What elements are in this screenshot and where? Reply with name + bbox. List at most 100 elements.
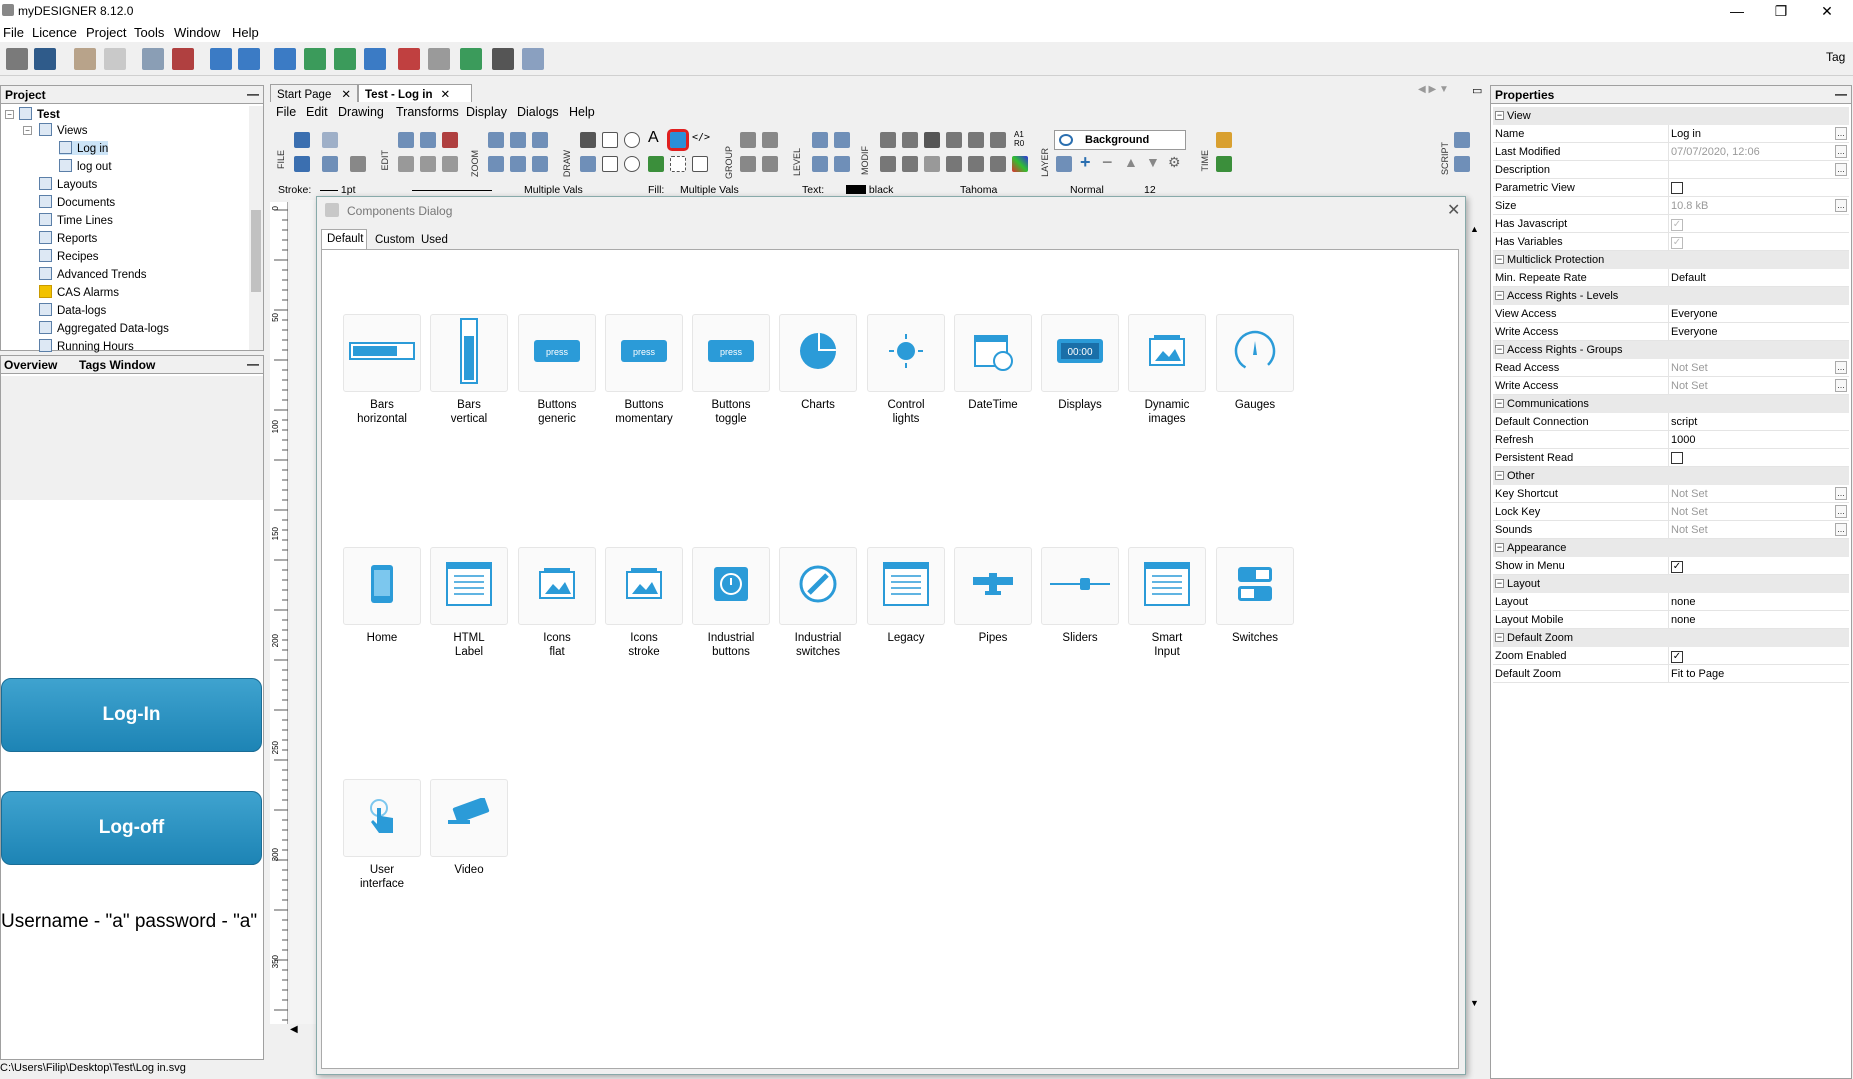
component-tile[interactable]: press bbox=[692, 314, 770, 392]
textbox-icon[interactable] bbox=[692, 156, 708, 172]
property-row[interactable]: Default Connection script bbox=[1493, 413, 1849, 431]
property-row[interactable]: Write Access Everyone bbox=[1493, 323, 1849, 341]
doc-menu-edit[interactable]: Edit bbox=[306, 105, 328, 119]
preview-icon[interactable] bbox=[350, 156, 366, 172]
component-tile[interactable] bbox=[954, 547, 1032, 625]
restore-icon[interactable]: ▭ bbox=[1472, 84, 1482, 97]
ungroup2-icon[interactable] bbox=[762, 156, 778, 172]
component-tile[interactable]: press bbox=[605, 314, 683, 392]
ellipse-icon[interactable] bbox=[624, 156, 640, 172]
layer-down-icon[interactable]: ▼ bbox=[1146, 154, 1160, 170]
component-tile[interactable] bbox=[779, 547, 857, 625]
image-tool-icon[interactable] bbox=[648, 156, 664, 172]
distribute-icon[interactable] bbox=[880, 156, 896, 172]
ellipsis-button[interactable]: … bbox=[1835, 505, 1847, 518]
redo-icon[interactable] bbox=[104, 48, 126, 70]
property-category[interactable]: − Communications bbox=[1493, 395, 1849, 413]
property-value[interactable]: Everyone bbox=[1671, 308, 1717, 320]
send-backward-icon[interactable] bbox=[834, 156, 850, 172]
collapse-icon[interactable]: − bbox=[1495, 579, 1504, 588]
doc-menu-drawing[interactable]: Drawing bbox=[338, 105, 384, 119]
property-row[interactable]: Name Log in… bbox=[1493, 125, 1849, 143]
copy-icon[interactable] bbox=[420, 132, 436, 148]
doc-menu-display[interactable]: Display bbox=[466, 105, 507, 119]
property-row[interactable]: Size 10.8 kB… bbox=[1493, 197, 1849, 215]
panel-minimize-icon[interactable]: — bbox=[1835, 87, 1847, 101]
property-row[interactable]: Lock Key Not Set… bbox=[1493, 503, 1849, 521]
ellipsis-button[interactable]: … bbox=[1835, 127, 1847, 140]
monitor-delete-icon[interactable] bbox=[398, 48, 420, 70]
component-tile[interactable] bbox=[518, 547, 596, 625]
property-row[interactable]: Read Access Not Set… bbox=[1493, 359, 1849, 377]
scroll-down-icon[interactable]: ▼ bbox=[1470, 998, 1479, 1008]
menu-help[interactable]: Help bbox=[232, 25, 259, 40]
collapse-icon[interactable]: − bbox=[1495, 345, 1504, 354]
duplicate-icon[interactable] bbox=[946, 132, 962, 148]
add-layer-icon[interactable]: + bbox=[1080, 152, 1091, 173]
property-value[interactable]: Fit to Page bbox=[1671, 668, 1724, 680]
property-row[interactable]: Default Zoom Fit to Page bbox=[1493, 665, 1849, 683]
print-icon[interactable] bbox=[492, 48, 514, 70]
monitor-add-icon[interactable] bbox=[304, 48, 326, 70]
property-value[interactable]: 10.8 kB bbox=[1671, 200, 1708, 212]
menu-project[interactable]: Project bbox=[86, 25, 126, 40]
property-row[interactable]: Zoom Enabled ✓ bbox=[1493, 647, 1849, 665]
tab-nav-icon[interactable]: ◀ ▶ ▼ bbox=[1418, 84, 1449, 95]
ellipsis-button[interactable]: … bbox=[1835, 379, 1847, 392]
collapse-icon[interactable]: − bbox=[1495, 633, 1504, 642]
property-value[interactable]: 07/07/2020, 12:06 bbox=[1671, 146, 1760, 158]
property-value[interactable]: Log in bbox=[1671, 128, 1701, 140]
timeline-icon[interactable] bbox=[1216, 156, 1232, 172]
collapse-icon[interactable]: − bbox=[1495, 255, 1504, 264]
dialog-close-icon[interactable]: ✕ bbox=[1447, 200, 1460, 220]
property-value[interactable]: Not Set bbox=[1671, 506, 1708, 518]
import-icon[interactable] bbox=[142, 48, 164, 70]
component-video[interactable]: Video bbox=[417, 779, 521, 877]
tree-view-logout[interactable]: log out bbox=[59, 159, 112, 173]
tree-alarms[interactable]: CAS Alarms bbox=[39, 285, 119, 299]
ellipsis-button[interactable]: … bbox=[1835, 199, 1847, 212]
node-icon[interactable] bbox=[924, 156, 940, 172]
undo-icon[interactable] bbox=[294, 132, 310, 148]
ellipsis-button[interactable]: … bbox=[1835, 163, 1847, 176]
property-category[interactable]: − Default Zoom bbox=[1493, 629, 1849, 647]
bring-forward-icon[interactable] bbox=[834, 132, 850, 148]
tab-custom[interactable]: Custom bbox=[371, 231, 419, 249]
paste-special-icon[interactable] bbox=[420, 156, 436, 172]
property-row[interactable]: Refresh 1000 bbox=[1493, 431, 1849, 449]
delete-icon[interactable] bbox=[442, 132, 458, 148]
close-button[interactable]: ✕ bbox=[1804, 0, 1850, 22]
collapse-icon[interactable]: − bbox=[1495, 399, 1504, 408]
send-back-icon[interactable] bbox=[812, 156, 828, 172]
property-category[interactable]: − Access Rights - Levels bbox=[1493, 287, 1849, 305]
canvas-vscrollbar[interactable]: ▲ ▼ bbox=[1467, 222, 1483, 1012]
menu-file[interactable]: File bbox=[3, 25, 24, 40]
component-tile[interactable] bbox=[779, 314, 857, 392]
panel-minimize-icon[interactable]: — bbox=[247, 357, 259, 371]
tag-label[interactable]: Tag bbox=[1826, 50, 1845, 64]
property-value[interactable]: none bbox=[1671, 596, 1695, 608]
clone-icon[interactable] bbox=[968, 132, 984, 148]
component-tile[interactable] bbox=[343, 314, 421, 392]
gradient-icon[interactable] bbox=[1012, 156, 1028, 172]
property-row[interactable]: Sounds Not Set… bbox=[1493, 521, 1849, 539]
property-value[interactable]: Everyone bbox=[1671, 326, 1717, 338]
zoom-selection-icon[interactable] bbox=[532, 156, 548, 172]
component-tile[interactable] bbox=[1216, 547, 1294, 625]
size-icon[interactable] bbox=[902, 156, 918, 172]
html-code-icon[interactable]: </> bbox=[692, 132, 710, 143]
component-tile[interactable] bbox=[1041, 547, 1119, 625]
tree-reports[interactable]: Reports bbox=[39, 231, 97, 245]
rounded-rect-icon[interactable] bbox=[602, 156, 618, 172]
property-category[interactable]: − Appearance bbox=[1493, 539, 1849, 557]
zoom-area-icon[interactable] bbox=[510, 156, 526, 172]
monitor-add2-icon[interactable] bbox=[334, 48, 356, 70]
property-category[interactable]: − Multiclick Protection bbox=[1493, 251, 1849, 269]
ellipsis-button[interactable]: … bbox=[1835, 361, 1847, 374]
property-row[interactable]: View Access Everyone bbox=[1493, 305, 1849, 323]
path-icon[interactable] bbox=[580, 156, 596, 172]
component-tile[interactable]: 00:00 bbox=[1041, 314, 1119, 392]
group-icon[interactable] bbox=[740, 132, 756, 148]
doc-menu-file[interactable]: File bbox=[276, 105, 296, 119]
scroll-left-icon[interactable]: ◀ bbox=[290, 1024, 316, 1040]
